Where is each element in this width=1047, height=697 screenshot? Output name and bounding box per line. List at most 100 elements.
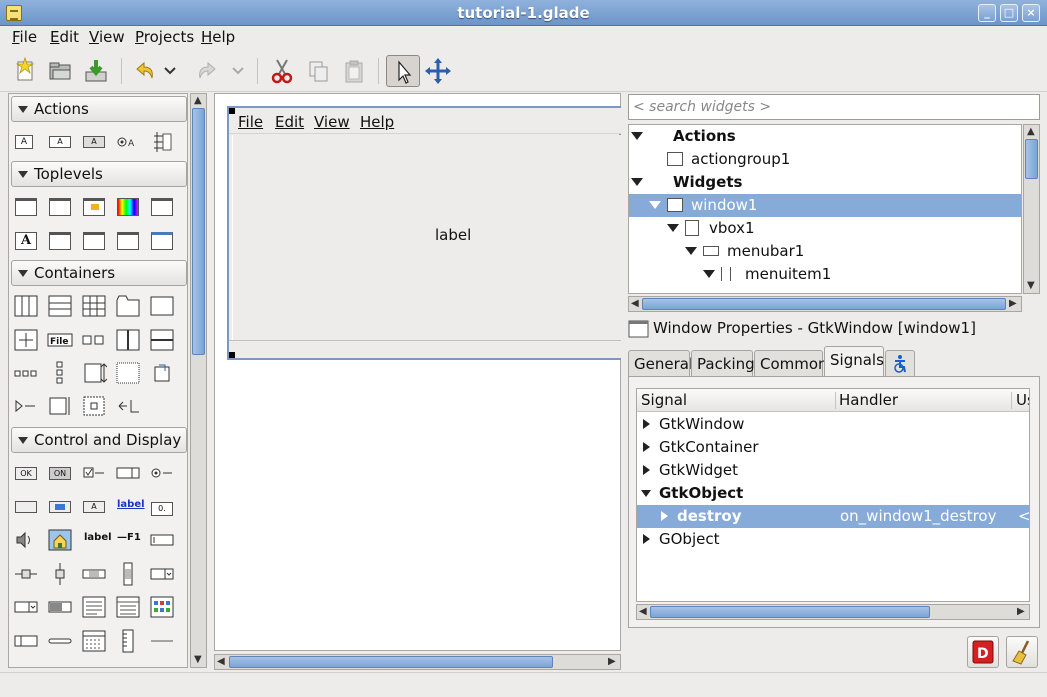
check-button-icon[interactable] (81, 461, 107, 485)
design-menu-help[interactable]: Help (360, 113, 394, 131)
signal-row-gtkwindow[interactable]: GtkWindow (637, 413, 1029, 436)
toggle-action-icon[interactable]: A (47, 130, 73, 154)
menu-help[interactable]: Help (201, 28, 235, 46)
paste-button[interactable] (338, 55, 370, 87)
tree-row-menuitem1[interactable]: menuitem1 (629, 263, 1021, 286)
design-label-area[interactable]: label (232, 135, 621, 340)
scale-button-icon[interactable]: 0. (149, 495, 175, 519)
font-selection-dialog-icon[interactable]: A (13, 229, 39, 253)
design-statusbar[interactable] (229, 340, 621, 358)
text-view-icon[interactable] (81, 595, 107, 619)
maximize-icon[interactable]: □ (1000, 4, 1018, 22)
hscrollbar-icon[interactable] (81, 562, 107, 586)
menu-edit[interactable]: Edit (50, 28, 79, 46)
tree-row-vbox1[interactable]: vbox1 (629, 217, 1021, 240)
combo-entry-icon[interactable] (13, 595, 39, 619)
tree-row-menubar1[interactable]: menubar1 (629, 240, 1021, 263)
entry-widget-icon[interactable] (149, 528, 175, 552)
clear-button[interactable] (1006, 636, 1038, 668)
vpaned-icon[interactable] (149, 328, 175, 352)
button-box-h-icon[interactable] (13, 361, 39, 385)
search-widgets-input[interactable]: < search widgets > (628, 94, 1040, 120)
new-button[interactable] (9, 55, 41, 87)
link-button-icon[interactable]: label (115, 495, 145, 519)
menubar-widget-icon[interactable]: File (47, 328, 73, 352)
palette-group-actions[interactable]: Actions (11, 96, 187, 122)
cell-view-icon[interactable] (13, 629, 39, 653)
selection-handle[interactable] (229, 108, 235, 114)
redo-history-button[interactable] (228, 55, 248, 87)
minimize-icon[interactable]: _ (978, 4, 996, 22)
expander-icon[interactable] (13, 394, 39, 418)
radio-button-icon[interactable] (149, 461, 175, 485)
drag-resize-button[interactable] (422, 55, 454, 87)
undo-button[interactable] (130, 55, 162, 87)
design-menu-edit[interactable]: Edit (275, 113, 304, 131)
devhelp-button[interactable]: D (967, 636, 999, 668)
tab-accessibility[interactable] (885, 350, 915, 376)
column-handler[interactable]: Handler (839, 391, 898, 409)
hscale-icon[interactable] (13, 562, 39, 586)
vscrollbar-icon[interactable] (115, 562, 141, 586)
cut-button[interactable] (266, 55, 298, 87)
signal-row-gtkobject[interactable]: GtkObject (637, 482, 1029, 505)
tree-row-actiongroup1[interactable]: actiongroup1 (629, 148, 1021, 171)
separator-widget-icon[interactable] (47, 629, 73, 653)
signals-hscroll-thumb[interactable] (650, 606, 930, 618)
about-dialog-icon[interactable] (81, 229, 107, 253)
design-menu-file[interactable]: File (238, 113, 263, 131)
font-button-icon[interactable]: A (81, 495, 107, 519)
tab-signals[interactable]: Signals (824, 346, 884, 378)
layout-icon[interactable] (81, 361, 108, 385)
file-chooser-dialog-icon[interactable] (149, 195, 175, 219)
spin-button-icon[interactable] (115, 461, 141, 485)
scrolled-window-icon[interactable] (115, 361, 141, 385)
color-button-icon[interactable] (47, 495, 73, 519)
design-hscroll-thumb[interactable] (229, 656, 553, 668)
toolbar-widget-icon[interactable] (81, 328, 107, 352)
message-dialog-icon[interactable] (81, 195, 107, 219)
tab-common[interactable]: Common (754, 350, 828, 376)
column-signal[interactable]: Signal (641, 391, 687, 409)
vscale-icon[interactable] (47, 562, 73, 586)
undo-history-button[interactable] (160, 55, 180, 87)
aspect-frame-icon[interactable] (47, 394, 73, 418)
select-pointer-button[interactable] (386, 55, 420, 87)
tree-row-widgets[interactable]: Widgets (629, 171, 1021, 194)
toggle-button-icon[interactable]: ON (47, 461, 73, 485)
hpaned-icon[interactable] (115, 328, 141, 352)
assistant-icon[interactable] (149, 229, 175, 253)
fixed-icon[interactable] (13, 328, 39, 352)
tree-scroll-thumb[interactable] (1025, 139, 1038, 179)
frame-icon[interactable] (149, 294, 175, 318)
signal-row-gobject[interactable]: GObject (637, 528, 1029, 551)
tab-general[interactable]: General (628, 350, 693, 376)
tree-row-actions[interactable]: Actions (629, 125, 1021, 148)
color-selection-dialog-icon[interactable] (115, 195, 141, 219)
progress-bar-icon[interactable] (47, 595, 73, 619)
tree-view-icon[interactable] (115, 595, 141, 619)
tree-hscroll-thumb[interactable] (642, 298, 1006, 310)
input-dialog-icon[interactable] (47, 229, 73, 253)
image-widget-icon[interactable] (47, 528, 73, 552)
close-icon[interactable]: × (1022, 4, 1040, 22)
menu-view[interactable]: View (89, 28, 125, 46)
redo-button[interactable] (190, 55, 222, 87)
menu-file[interactable]: File (12, 28, 37, 46)
accel-label-icon[interactable]: —F1 (115, 528, 145, 552)
palette-scroll-thumb[interactable] (192, 108, 205, 355)
tab-packing[interactable]: Packing (691, 350, 755, 376)
column-user-data[interactable]: Us (1016, 391, 1029, 409)
volume-button-icon[interactable] (13, 528, 39, 552)
signal-row-gtkcontainer[interactable]: GtkContainer (637, 436, 1029, 459)
icon-view-icon[interactable] (149, 595, 175, 619)
window-widget-icon[interactable] (13, 195, 39, 219)
save-button[interactable] (80, 55, 112, 87)
signal-row-destroy[interactable]: destroy on_window1_destroy <T (637, 505, 1029, 528)
button-widget-icon[interactable]: OK (13, 461, 39, 485)
recent-action-icon[interactable]: A (115, 130, 141, 154)
selection-handle[interactable] (229, 352, 235, 358)
alignment-icon[interactable] (81, 394, 107, 418)
open-button[interactable] (44, 55, 76, 87)
notebook-icon[interactable] (115, 294, 141, 318)
